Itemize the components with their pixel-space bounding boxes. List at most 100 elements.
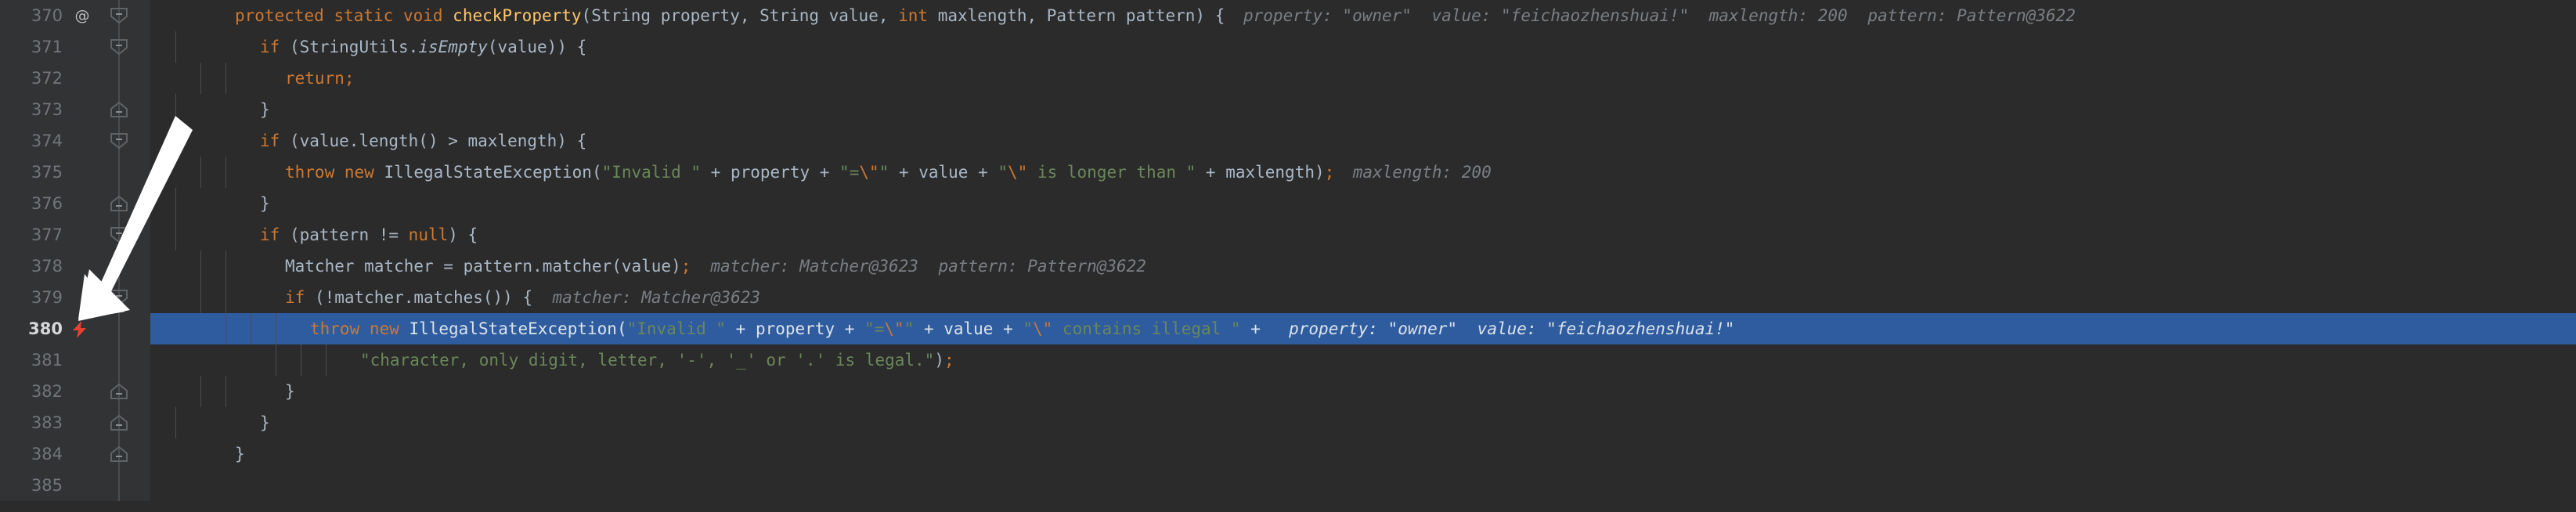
code-line-content[interactable]: }: [150, 376, 2576, 407]
fold-strip[interactable]: [108, 407, 130, 438]
fold-collapse-icon[interactable]: [110, 7, 128, 24]
fold-connector-line: [118, 251, 120, 282]
fold-strip[interactable]: [108, 470, 130, 501]
indent-guide: [175, 31, 176, 63]
code-line[interactable]: 385: [0, 470, 2576, 501]
editor-gutter[interactable]: 373: [0, 94, 150, 125]
code-line-content[interactable]: if (!matcher.matches()) {matcher: Matche…: [150, 282, 2576, 313]
code-line[interactable]: } 384: [0, 438, 2576, 470]
fold-end-icon[interactable]: [110, 414, 128, 431]
editor-lines[interactable]: protected static void checkProperty(Stri…: [0, 0, 2576, 501]
code-line-content[interactable]: }: [150, 407, 2576, 438]
editor-gutter[interactable]: 381: [0, 344, 150, 376]
code-line-content[interactable]: Matcher matcher = pattern.matcher(value)…: [150, 251, 2576, 282]
code-line[interactable]: "character, only digit, letter, '-', '_'…: [0, 344, 2576, 376]
code-token: "\" contains illegal ": [1023, 319, 1241, 338]
editor-gutter[interactable]: 380: [0, 313, 150, 344]
code-line[interactable]: if (value.length() > maxlength) {374: [0, 125, 2576, 157]
annotation-marker-icon[interactable]: @: [72, 0, 92, 31]
code-line[interactable]: if (pattern != null) {377: [0, 219, 2576, 251]
code-line-content[interactable]: return;: [150, 63, 2576, 94]
fold-strip[interactable]: [108, 125, 130, 157]
fold-collapse-icon[interactable]: [110, 38, 128, 56]
code-token: "\" is longer than ": [998, 163, 1196, 182]
code-line-content[interactable]: }: [150, 188, 2576, 219]
fold-strip[interactable]: [108, 31, 130, 63]
fold-strip[interactable]: [108, 219, 130, 251]
code-line-content[interactable]: if (pattern != null) {: [150, 219, 2576, 251]
line-number: 382: [31, 382, 63, 401]
code-token: }: [260, 413, 270, 432]
code-line[interactable]: } 383: [0, 407, 2576, 438]
code-line-content[interactable]: }: [150, 94, 2576, 125]
editor-gutter[interactable]: 371: [0, 31, 150, 63]
code-line-content[interactable]: [150, 470, 2576, 501]
code-line-content[interactable]: throw new IllegalStateException("Invalid…: [150, 313, 2576, 344]
fold-strip[interactable]: [108, 157, 130, 188]
code-line-content[interactable]: protected static void checkProperty(Stri…: [150, 0, 2576, 31]
fold-strip[interactable]: [108, 251, 130, 282]
fold-end-icon[interactable]: [110, 445, 128, 463]
fold-strip[interactable]: [108, 282, 130, 313]
editor-gutter[interactable]: 384: [0, 438, 150, 470]
code-token: IllegalStateException(: [384, 163, 602, 182]
fold-strip[interactable]: [108, 188, 130, 219]
fold-end-icon[interactable]: [110, 195, 128, 212]
code-line[interactable]: } 376: [0, 188, 2576, 219]
code-line[interactable]: } 382: [0, 376, 2576, 407]
editor-gutter[interactable]: 376: [0, 188, 150, 219]
editor-gutter[interactable]: 377: [0, 219, 150, 251]
line-number: 385: [31, 476, 63, 495]
code-line[interactable]: throw new IllegalStateException("Invalid…: [0, 313, 2576, 344]
indent-guide: [200, 282, 201, 313]
editor-gutter[interactable]: 378: [0, 251, 150, 282]
code-line-content[interactable]: }: [150, 438, 2576, 470]
fold-collapse-icon[interactable]: [110, 132, 128, 150]
fold-strip[interactable]: [108, 376, 130, 407]
code-token: }: [285, 382, 295, 401]
editor-gutter[interactable]: 382: [0, 376, 150, 407]
code-token: if: [260, 225, 280, 244]
line-number: 379: [31, 288, 63, 307]
fold-end-icon[interactable]: [110, 383, 128, 400]
inline-debug-hint: maxlength: 200: [1352, 163, 1492, 182]
code-line-content[interactable]: if (value.length() > maxlength) {: [150, 125, 2576, 157]
editor-gutter[interactable]: 383: [0, 407, 150, 438]
editor-gutter[interactable]: 374: [0, 125, 150, 157]
code-line[interactable]: protected static void checkProperty(Stri…: [0, 0, 2576, 31]
code-token: int: [898, 6, 929, 25]
code-line-content[interactable]: "character, only digit, letter, '-', '_'…: [150, 344, 2576, 376]
fold-connector-line: [118, 157, 120, 188]
editor-gutter[interactable]: 372: [0, 63, 150, 94]
editor-gutter[interactable]: 370 @: [0, 0, 150, 31]
editor-gutter[interactable]: 375: [0, 157, 150, 188]
code-line[interactable]: Matcher matcher = pattern.matcher(value)…: [0, 251, 2576, 282]
code-line[interactable]: throw new IllegalStateException("Invalid…: [0, 157, 2576, 188]
line-number: 370: [31, 6, 63, 25]
fold-strip[interactable]: [108, 313, 130, 344]
fold-strip[interactable]: [108, 63, 130, 94]
code-line[interactable]: if (!matcher.matches()) {matcher: Matche…: [0, 282, 2576, 313]
fold-strip[interactable]: [108, 438, 130, 470]
code-line-content[interactable]: if (StringUtils.isEmpty(value)) {: [150, 31, 2576, 63]
fold-collapse-icon[interactable]: [110, 226, 128, 243]
fold-strip[interactable]: [108, 0, 130, 31]
editor-gutter[interactable]: 379: [0, 282, 150, 313]
code-token: null: [408, 225, 449, 244]
code-token: + value +: [914, 319, 1023, 338]
fold-collapse-icon[interactable]: [110, 289, 128, 306]
fold-strip[interactable]: [108, 94, 130, 125]
code-token: ;: [1324, 163, 1335, 182]
code-line-text: throw new IllegalStateException("Invalid…: [310, 313, 1270, 344]
breakpoint-lightning-bolt-icon[interactable]: [70, 320, 89, 339]
code-line-content[interactable]: throw new IllegalStateException("Invalid…: [150, 157, 2576, 188]
code-line[interactable]: return; 372: [0, 63, 2576, 94]
code-token: "character, only digit, letter, '-', '_'…: [360, 351, 935, 370]
code-line[interactable]: if (StringUtils.isEmpty(value)) {371: [0, 31, 2576, 63]
code-token: if: [260, 38, 280, 56]
editor-gutter[interactable]: 385: [0, 470, 150, 501]
fold-end-icon[interactable]: [110, 101, 128, 118]
fold-strip[interactable]: [108, 344, 130, 376]
code-line[interactable]: } 373: [0, 94, 2576, 125]
code-token: + property +: [701, 163, 840, 182]
